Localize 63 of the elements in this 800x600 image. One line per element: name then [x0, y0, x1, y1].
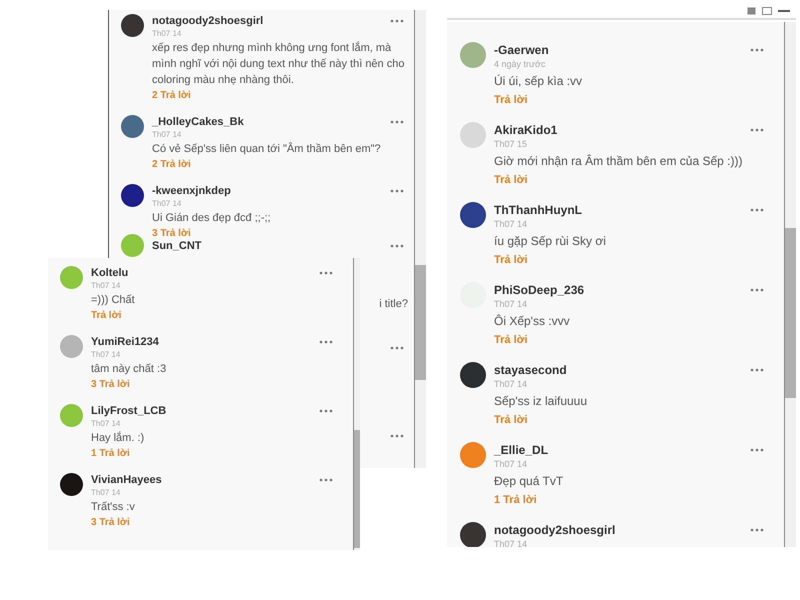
comment-date: Th07 14: [494, 298, 528, 311]
comment-text: Ôi Xếp'ss :vvv: [494, 313, 571, 330]
more-icon[interactable]: [750, 288, 764, 292]
more-icon[interactable]: [319, 271, 333, 275]
comment-text: Úi úi, sếp kìa :vv: [494, 73, 584, 90]
comment-date: Th07 14: [494, 218, 528, 231]
comment-text: i title?: [379, 297, 408, 312]
more-icon[interactable]: [390, 244, 404, 248]
username[interactable]: AkiraKido1: [494, 122, 558, 138]
comment-text: Có vẻ Sếp'ss liên quan tới "Âm thầm bên em"?: [152, 141, 382, 157]
more-icon[interactable]: [319, 478, 333, 482]
comment-date: Th07 14: [91, 418, 122, 430]
comment-text: Trất'ss :v: [91, 500, 136, 515]
username[interactable]: PhiSoDeep_236: [494, 282, 584, 298]
username[interactable]: _Ellie_DL: [494, 442, 548, 458]
more-icon[interactable]: [390, 434, 404, 438]
username[interactable]: VivianHayees: [91, 473, 162, 487]
username[interactable]: -Gaerwen: [494, 42, 549, 58]
comment-date: Th07 14: [91, 280, 122, 292]
comment-date: Th07 14: [494, 458, 528, 471]
username[interactable]: notagoody2shoesgirl: [494, 522, 616, 538]
comment-date: Th07 14: [152, 28, 182, 40]
more-icon[interactable]: [750, 48, 764, 52]
username[interactable]: stayasecond: [494, 362, 567, 378]
comment-text: xếp res đẹp nhưng mình không ưng font lắm, mà mình nghĩ với nội dung text như thế này thì nên cho coloring màu nhẹ nhàng thôi.: [152, 40, 406, 88]
more-icon[interactable]: [750, 448, 764, 452]
comment-date: 4 ngày trước: [494, 58, 546, 71]
username[interactable]: Koltelu: [91, 266, 128, 280]
comment-date: Th07 14: [152, 198, 182, 210]
comment-date: Th07 15: [494, 138, 528, 151]
scrollbar[interactable]: [784, 22, 796, 547]
comment-date: Th07 14: [494, 378, 528, 391]
username[interactable]: _HolleyCakes_Bk: [152, 115, 244, 129]
comment-text: Ui Gián des đẹp đcđ ;;-;;: [152, 211, 272, 226]
more-icon[interactable]: [390, 346, 404, 350]
more-icon[interactable]: [750, 208, 764, 212]
more-icon[interactable]: [390, 120, 404, 124]
comment-text: Sếp'ss iz laifuuuu: [494, 393, 588, 410]
comment-date: Th07 14: [494, 538, 528, 547]
scrollbar[interactable]: [353, 258, 360, 550]
username[interactable]: -kweenxjnkdep: [152, 184, 231, 198]
more-icon[interactable]: [319, 409, 333, 413]
more-icon[interactable]: [750, 528, 764, 532]
comment-text: =))) Chất: [91, 293, 136, 308]
username[interactable]: ThThanhHuynL: [494, 202, 582, 218]
more-icon[interactable]: [390, 19, 404, 23]
comment-date: Th07 14: [91, 349, 122, 361]
comment-date: Th07 14: [91, 487, 122, 499]
comment-text: Đẹp quá TvT: [494, 473, 564, 490]
username[interactable]: YumiRei1234: [91, 335, 159, 349]
more-icon[interactable]: [750, 368, 764, 372]
minimize-icon[interactable]: [778, 10, 790, 12]
comment-text: Hay lắm. :): [91, 430, 146, 446]
comment-date: Th07 14: [152, 129, 182, 141]
scrollbar[interactable]: [414, 10, 426, 468]
username[interactable]: notagoody2shoesgirl: [152, 14, 264, 28]
more-icon[interactable]: [750, 128, 764, 132]
comment-text: tâm này chất :3: [91, 362, 168, 377]
comment-text: íu gặp Sếp rùi Sky ơi: [494, 233, 607, 250]
more-icon[interactable]: [319, 340, 333, 344]
comment-text: Giờ mới nhận ra Âm thầm bên em của Sếp :))): [494, 153, 744, 170]
more-icon[interactable]: [390, 189, 404, 193]
username[interactable]: LilyFrost_LCB: [91, 404, 166, 418]
